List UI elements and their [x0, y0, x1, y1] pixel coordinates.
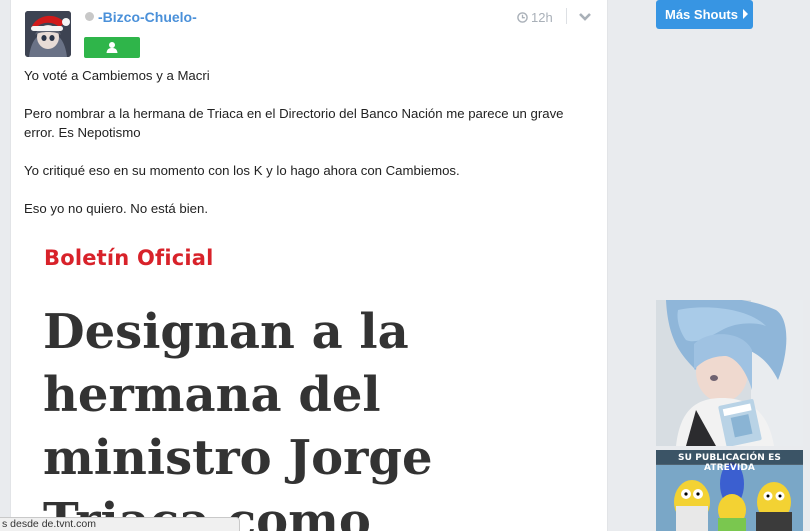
status-url: s desde de.tvnt.com — [2, 518, 96, 530]
sidebar: Más Shouts SU PUBLICACIÓN ES ATREVIDA — [607, 0, 810, 531]
more-shouts-button[interactable]: Más Shouts — [656, 0, 753, 29]
post-paragraph: Yo critiqué eso en su momento con los K … — [24, 163, 460, 178]
post-body: Yo voté a Cambiemos y a Macri Pero nombr… — [24, 66, 590, 237]
online-status-icon — [85, 12, 94, 21]
post-time: 12h — [517, 10, 553, 25]
meme-caption: SU PUBLICACIÓN ES ATREVIDA — [678, 453, 781, 473]
embedded-news-image[interactable]: Boletín Oficial Designan a la hermana de… — [35, 229, 432, 531]
header-divider — [566, 8, 567, 24]
caret-right-icon — [742, 9, 748, 19]
shout-card: -Bizco-Chuelo- 12h Yo voté a Cambiemos y… — [10, 0, 608, 531]
post-time-label: 12h — [531, 10, 553, 25]
rank-badge — [84, 37, 140, 58]
post-paragraph: Yo voté a Cambiemos y a Macri — [24, 68, 210, 83]
shout-thumbnail[interactable]: SU PUBLICACIÓN ES ATREVIDA — [656, 450, 803, 531]
user-rank-icon — [106, 42, 118, 53]
news-headline: Designan a la hermana del ministro Jorge… — [43, 304, 433, 531]
browser-status-bar: s desde de.tvnt.com — [0, 517, 240, 531]
username-link[interactable]: -Bizco-Chuelo- — [98, 9, 197, 25]
more-shouts-label: Más Shouts — [665, 7, 738, 22]
chevron-down-icon[interactable] — [578, 12, 592, 22]
post-paragraph: Eso yo no quiero. No está bien. — [24, 201, 209, 216]
post-paragraph: Pero nombrar a la hermana de Triaca en e… — [24, 106, 564, 140]
news-kicker: Boletín Oficial — [44, 246, 214, 270]
shout-thumbnail[interactable] — [656, 300, 803, 446]
avatar[interactable] — [25, 11, 71, 57]
clock-icon — [517, 12, 528, 23]
